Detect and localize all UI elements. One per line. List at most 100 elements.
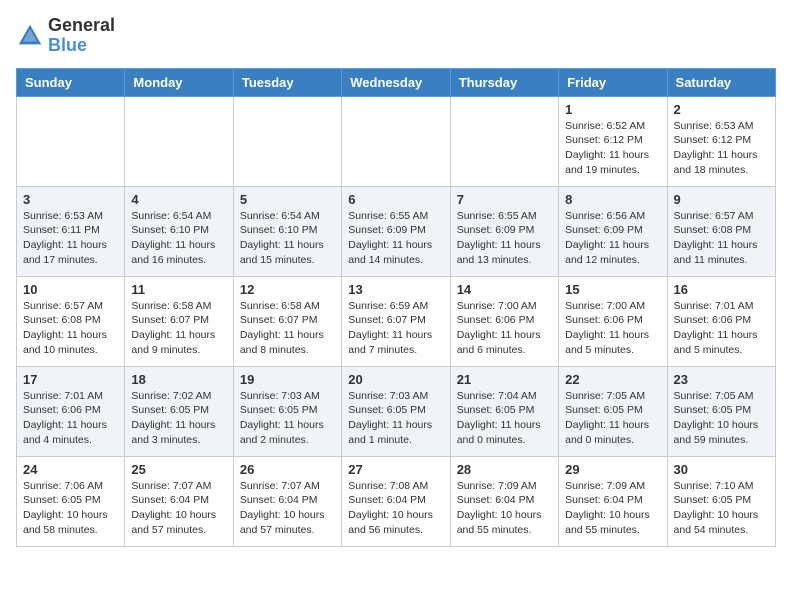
day-info: Sunrise: 7:09 AM Sunset: 6:04 PM Dayligh…	[565, 479, 660, 538]
calendar-cell: 4 Sunrise: 6:54 AM Sunset: 6:10 PM Daylig…	[125, 186, 233, 276]
day-number: 10	[23, 282, 118, 297]
day-info: Sunrise: 7:06 AM Sunset: 6:05 PM Dayligh…	[23, 479, 118, 538]
day-number: 9	[674, 192, 769, 207]
day-info: Sunrise: 6:56 AM Sunset: 6:09 PM Dayligh…	[565, 209, 660, 268]
calendar-cell	[450, 96, 558, 186]
day-number: 3	[23, 192, 118, 207]
calendar-cell	[342, 96, 450, 186]
day-info: Sunrise: 7:03 AM Sunset: 6:05 PM Dayligh…	[240, 389, 335, 448]
day-number: 28	[457, 462, 552, 477]
day-number: 18	[131, 372, 226, 387]
day-info: Sunrise: 6:55 AM Sunset: 6:09 PM Dayligh…	[457, 209, 552, 268]
weekday-header-sunday: Sunday	[17, 68, 125, 96]
calendar-cell: 3 Sunrise: 6:53 AM Sunset: 6:11 PM Daylig…	[17, 186, 125, 276]
day-number: 25	[131, 462, 226, 477]
calendar-cell: 28 Sunrise: 7:09 AM Sunset: 6:04 PM Dayli…	[450, 456, 558, 546]
calendar-cell: 8 Sunrise: 6:56 AM Sunset: 6:09 PM Daylig…	[559, 186, 667, 276]
day-number: 23	[674, 372, 769, 387]
day-info: Sunrise: 7:10 AM Sunset: 6:05 PM Dayligh…	[674, 479, 769, 538]
day-number: 30	[674, 462, 769, 477]
calendar-cell: 30 Sunrise: 7:10 AM Sunset: 6:05 PM Dayli…	[667, 456, 775, 546]
calendar-cell	[233, 96, 341, 186]
weekday-header-monday: Monday	[125, 68, 233, 96]
day-number: 19	[240, 372, 335, 387]
day-info: Sunrise: 7:00 AM Sunset: 6:06 PM Dayligh…	[457, 299, 552, 358]
day-info: Sunrise: 7:07 AM Sunset: 6:04 PM Dayligh…	[240, 479, 335, 538]
calendar-cell: 20 Sunrise: 7:03 AM Sunset: 6:05 PM Dayli…	[342, 366, 450, 456]
calendar-cell	[125, 96, 233, 186]
day-number: 27	[348, 462, 443, 477]
calendar-cell: 19 Sunrise: 7:03 AM Sunset: 6:05 PM Dayli…	[233, 366, 341, 456]
calendar-cell: 11Sunrise: 6:58 AM Sunset: 6:07 PM Dayli…	[125, 276, 233, 366]
calendar-cell: 14 Sunrise: 7:00 AM Sunset: 6:06 PM Dayli…	[450, 276, 558, 366]
day-info: Sunrise: 7:09 AM Sunset: 6:04 PM Dayligh…	[457, 479, 552, 538]
day-info: Sunrise: 6:58 AM Sunset: 6:07 PM Dayligh…	[131, 299, 226, 358]
weekday-header-friday: Friday	[559, 68, 667, 96]
day-number: 5	[240, 192, 335, 207]
day-info: Sunrise: 6:59 AM Sunset: 6:07 PM Dayligh…	[348, 299, 443, 358]
calendar-cell: 2Sunrise: 6:53 AM Sunset: 6:12 PM Daylig…	[667, 96, 775, 186]
day-number: 26	[240, 462, 335, 477]
calendar-cell: 23 Sunrise: 7:05 AM Sunset: 6:05 PM Dayli…	[667, 366, 775, 456]
week-row-3: 10 Sunrise: 6:57 AM Sunset: 6:08 PM Dayli…	[17, 276, 776, 366]
logo: General Blue	[16, 16, 115, 56]
weekday-header-wednesday: Wednesday	[342, 68, 450, 96]
day-info: Sunrise: 6:52 AM Sunset: 6:12 PM Dayligh…	[565, 119, 660, 178]
day-number: 15	[565, 282, 660, 297]
day-number: 4	[131, 192, 226, 207]
day-info: Sunrise: 7:03 AM Sunset: 6:05 PM Dayligh…	[348, 389, 443, 448]
calendar-cell: 21 Sunrise: 7:04 AM Sunset: 6:05 PM Dayli…	[450, 366, 558, 456]
day-number: 16	[674, 282, 769, 297]
calendar-cell: 6 Sunrise: 6:55 AM Sunset: 6:09 PM Daylig…	[342, 186, 450, 276]
calendar-cell: 26 Sunrise: 7:07 AM Sunset: 6:04 PM Dayli…	[233, 456, 341, 546]
day-number: 21	[457, 372, 552, 387]
calendar-table: SundayMondayTuesdayWednesdayThursdayFrid…	[16, 68, 776, 547]
day-info: Sunrise: 7:02 AM Sunset: 6:05 PM Dayligh…	[131, 389, 226, 448]
calendar-cell: 9 Sunrise: 6:57 AM Sunset: 6:08 PM Daylig…	[667, 186, 775, 276]
calendar-cell: 16 Sunrise: 7:01 AM Sunset: 6:06 PM Dayli…	[667, 276, 775, 366]
day-info: Sunrise: 6:54 AM Sunset: 6:10 PM Dayligh…	[131, 209, 226, 268]
day-number: 8	[565, 192, 660, 207]
day-info: Sunrise: 7:05 AM Sunset: 6:05 PM Dayligh…	[565, 389, 660, 448]
week-row-5: 24 Sunrise: 7:06 AM Sunset: 6:05 PM Dayli…	[17, 456, 776, 546]
day-info: Sunrise: 7:01 AM Sunset: 6:06 PM Dayligh…	[23, 389, 118, 448]
weekday-header-saturday: Saturday	[667, 68, 775, 96]
calendar-cell: 10 Sunrise: 6:57 AM Sunset: 6:08 PM Dayli…	[17, 276, 125, 366]
page-header: General Blue	[16, 16, 776, 56]
calendar-cell: 27Sunrise: 7:08 AM Sunset: 6:04 PM Dayli…	[342, 456, 450, 546]
day-info: Sunrise: 7:01 AM Sunset: 6:06 PM Dayligh…	[674, 299, 769, 358]
calendar-cell	[17, 96, 125, 186]
day-number: 1	[565, 102, 660, 117]
calendar-cell: 29 Sunrise: 7:09 AM Sunset: 6:04 PM Dayli…	[559, 456, 667, 546]
calendar-cell: 7 Sunrise: 6:55 AM Sunset: 6:09 PM Daylig…	[450, 186, 558, 276]
day-number: 13	[348, 282, 443, 297]
day-number: 7	[457, 192, 552, 207]
calendar-cell: 13 Sunrise: 6:59 AM Sunset: 6:07 PM Dayli…	[342, 276, 450, 366]
day-info: Sunrise: 6:57 AM Sunset: 6:08 PM Dayligh…	[23, 299, 118, 358]
calendar-cell: 5Sunrise: 6:54 AM Sunset: 6:10 PM Daylig…	[233, 186, 341, 276]
week-row-2: 3 Sunrise: 6:53 AM Sunset: 6:11 PM Daylig…	[17, 186, 776, 276]
day-number: 14	[457, 282, 552, 297]
day-info: Sunrise: 7:04 AM Sunset: 6:05 PM Dayligh…	[457, 389, 552, 448]
day-number: 17	[23, 372, 118, 387]
day-number: 20	[348, 372, 443, 387]
day-number: 6	[348, 192, 443, 207]
day-number: 22	[565, 372, 660, 387]
calendar-cell: 17 Sunrise: 7:01 AM Sunset: 6:06 PM Dayli…	[17, 366, 125, 456]
weekday-header-row: SundayMondayTuesdayWednesdayThursdayFrid…	[17, 68, 776, 96]
calendar-cell: 24 Sunrise: 7:06 AM Sunset: 6:05 PM Dayli…	[17, 456, 125, 546]
day-info: Sunrise: 6:53 AM Sunset: 6:11 PM Dayligh…	[23, 209, 118, 268]
week-row-4: 17 Sunrise: 7:01 AM Sunset: 6:06 PM Dayli…	[17, 366, 776, 456]
day-number: 24	[23, 462, 118, 477]
day-info: Sunrise: 6:55 AM Sunset: 6:09 PM Dayligh…	[348, 209, 443, 268]
day-number: 29	[565, 462, 660, 477]
day-info: Sunrise: 7:05 AM Sunset: 6:05 PM Dayligh…	[674, 389, 769, 448]
week-row-1: 1 Sunrise: 6:52 AM Sunset: 6:12 PM Daylig…	[17, 96, 776, 186]
day-info: Sunrise: 6:53 AM Sunset: 6:12 PM Dayligh…	[674, 119, 769, 178]
day-info: Sunrise: 6:58 AM Sunset: 6:07 PM Dayligh…	[240, 299, 335, 358]
day-info: Sunrise: 7:07 AM Sunset: 6:04 PM Dayligh…	[131, 479, 226, 538]
calendar-cell: 15Sunrise: 7:00 AM Sunset: 6:06 PM Dayli…	[559, 276, 667, 366]
day-info: Sunrise: 6:57 AM Sunset: 6:08 PM Dayligh…	[674, 209, 769, 268]
logo-text: General Blue	[48, 16, 115, 56]
calendar-cell: 12Sunrise: 6:58 AM Sunset: 6:07 PM Dayli…	[233, 276, 341, 366]
